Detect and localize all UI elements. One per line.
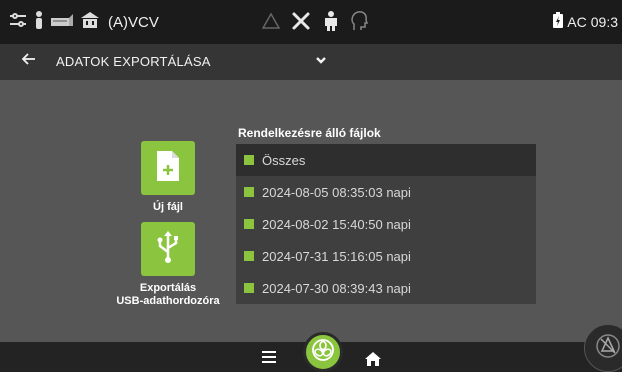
select-square-icon	[244, 251, 254, 261]
files-list: Összes 2024-08-05 08:35:03 napi 2024-08-…	[236, 144, 536, 304]
new-file-label: Új fájl	[153, 201, 183, 213]
export-usb-button[interactable]: Exportálás USB-adathordozóra	[104, 222, 232, 308]
file-row-label: 2024-08-05 08:35:03 napi	[262, 184, 411, 200]
alarm-triangle-icon	[261, 12, 281, 35]
ventilator-icon	[50, 12, 74, 33]
file-row-label: 2024-07-30 08:39:43 napi	[262, 280, 411, 296]
select-square-icon	[244, 187, 254, 197]
alarm-bell-icon	[595, 333, 621, 364]
select-square-icon	[244, 155, 254, 165]
file-row-label: 2024-08-02 15:40:50 napi	[262, 216, 411, 232]
fan-button[interactable]	[303, 332, 343, 372]
available-files-title: Rendelkezésre álló fájlok	[238, 126, 381, 140]
new-file-button[interactable]: Új fájl	[104, 141, 232, 214]
ventilation-mode: (A)VCV	[108, 14, 159, 31]
title-bar: ADATOK EXPORTÁLÁSA	[0, 44, 622, 80]
select-square-icon	[244, 219, 254, 229]
file-row-label: Összes	[262, 152, 306, 168]
export-usb-tile[interactable]	[141, 222, 195, 276]
usb-icon	[154, 230, 182, 268]
building-icon	[80, 11, 100, 34]
file-row[interactable]: 2024-08-05 08:35:03 napi	[236, 176, 536, 208]
file-row[interactable]: 2024-07-31 15:16:05 napi	[236, 240, 536, 272]
file-row[interactable]: 2024-08-02 15:40:50 napi	[236, 208, 536, 240]
settings-sliders-icon	[8, 10, 28, 35]
battery-icon	[553, 12, 564, 31]
export-usb-label-line2: USB-adathordozóra	[116, 295, 220, 307]
new-file-tile[interactable]	[141, 141, 195, 195]
file-row[interactable]: 2024-07-30 08:39:43 napi	[236, 272, 536, 304]
person-icon	[34, 10, 44, 35]
chevron-down-icon[interactable]	[314, 53, 328, 72]
head-profile-icon[interactable]	[350, 10, 369, 37]
home-icon[interactable]	[365, 352, 381, 371]
export-usb-label-line1: Exportálás	[139, 282, 197, 294]
page-title: ADATOK EXPORTÁLÁSA	[56, 54, 211, 69]
fan-icon	[311, 338, 335, 367]
status-right-group: AC 09:3	[553, 12, 618, 31]
select-square-icon	[244, 283, 254, 293]
tools-icon[interactable]	[290, 10, 312, 37]
file-row-all[interactable]: Összes	[236, 144, 536, 176]
status-bar: (A)VCV AC 09:3	[0, 0, 622, 44]
back-arrow-icon[interactable]	[21, 52, 36, 71]
clock: 09:3	[590, 13, 618, 30]
status-center-group	[261, 10, 369, 37]
file-row-label: 2024-07-31 15:16:05 napi	[262, 248, 411, 264]
ac-power-label: AC	[567, 13, 587, 30]
menu-icon[interactable]	[262, 351, 276, 363]
new-file-icon	[155, 150, 181, 186]
patient-icon[interactable]	[322, 10, 340, 37]
status-left-group: (A)VCV	[8, 10, 159, 35]
